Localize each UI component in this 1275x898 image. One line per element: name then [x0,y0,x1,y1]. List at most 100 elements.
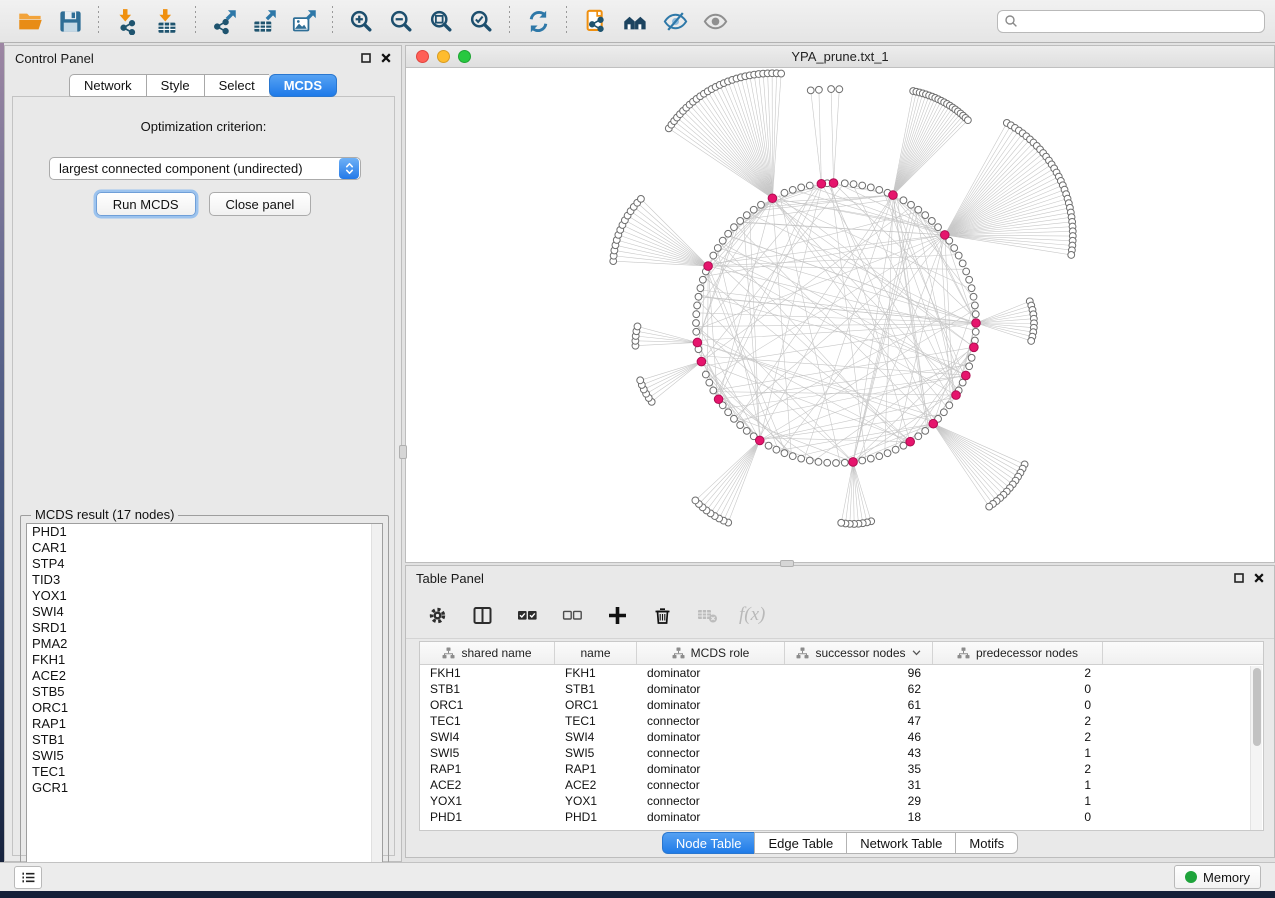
graph-node[interactable] [876,453,883,460]
show-network-overview-button[interactable] [615,4,655,38]
graph-node[interactable] [693,311,700,318]
graph-node[interactable] [815,458,822,465]
zoom-selected-button[interactable] [461,4,501,38]
graph-node[interactable] [966,363,973,370]
graph-node[interactable] [706,379,713,386]
graph-node[interactable] [731,415,738,422]
graph-hub-node[interactable] [755,436,764,445]
graph-node[interactable] [915,206,922,213]
mcds-result-item[interactable]: PHD1 [27,524,382,540]
graph-node[interactable] [915,433,922,440]
graph-node[interactable] [959,379,966,386]
column-header-name[interactable]: name [555,642,637,664]
mcds-result-item[interactable]: STP4 [27,556,382,572]
graph-hub-node[interactable] [972,319,981,328]
column-header-predecessor-nodes[interactable]: predecessor nodes [933,642,1103,664]
graph-hub-node[interactable] [817,179,826,188]
mcds-result-item[interactable]: TEC1 [27,764,382,780]
graph-hub-node[interactable] [962,371,971,380]
graph-node[interactable] [867,184,874,191]
node-table[interactable]: shared namenameMCDS rolesuccessor nodesp… [419,641,1264,831]
graph-hub-node[interactable] [970,343,979,352]
mcds-result-item[interactable]: CAR1 [27,540,382,556]
graph-node[interactable] [806,457,813,464]
graph-node[interactable] [798,455,805,462]
graph-node[interactable] [773,446,780,453]
graph-leaf-node[interactable] [638,195,645,202]
graph-node[interactable] [725,409,732,416]
toggle-panel-columns-button[interactable] [469,602,495,628]
graph-node[interactable] [695,293,702,300]
graph-node[interactable] [867,455,874,462]
run-mcds-button[interactable]: Run MCDS [96,192,196,216]
graph-node[interactable] [737,422,744,429]
scrollbar-thumb[interactable] [1253,668,1261,746]
table-row[interactable]: STB1STB1dominator620 [420,681,1263,697]
mcds-result-item[interactable]: ORC1 [27,700,382,716]
column-header-MCDS-role[interactable]: MCDS role [637,642,785,664]
graph-hub-node[interactable] [906,437,915,446]
graph-node[interactable] [789,186,796,193]
graph-node[interactable] [900,197,907,204]
graph-node[interactable] [806,182,813,189]
save-session-button[interactable] [50,4,90,38]
graph-node[interactable] [884,450,891,457]
column-settings-gear-button[interactable] [424,602,450,628]
table-row[interactable]: ORC1ORC1dominator610 [420,697,1263,713]
graph-node[interactable] [970,293,977,300]
new-network-from-selection-button[interactable] [575,4,615,38]
graph-node[interactable] [959,260,966,267]
vertical-splitter-grip[interactable] [399,445,407,459]
mcds-result-item[interactable]: SWI4 [27,604,382,620]
tab-node-table[interactable]: Node Table [662,832,755,854]
tab-mcds[interactable]: MCDS [269,74,337,97]
zoom-out-button[interactable] [381,4,421,38]
graph-hub-node[interactable] [849,458,858,467]
graph-node[interactable] [719,237,726,244]
table-row[interactable]: SWI5SWI5connector431 [420,745,1263,761]
mcds-result-item[interactable]: ACE2 [27,668,382,684]
table-row[interactable]: TEC1TEC1connector472 [420,713,1263,729]
table-row[interactable]: YOX1YOX1connector291 [420,793,1263,809]
graph-node[interactable] [798,184,805,191]
import-network-button[interactable] [107,4,147,38]
graph-leaf-node[interactable] [634,323,641,330]
graph-node[interactable] [859,182,866,189]
export-table-button[interactable] [244,4,284,38]
graph-node[interactable] [951,245,958,252]
mcds-result-item[interactable]: PMA2 [27,636,382,652]
graph-node[interactable] [737,218,744,225]
table-vertical-scrollbar[interactable] [1250,666,1262,831]
graph-node[interactable] [946,402,953,409]
search-input[interactable] [1018,14,1258,28]
graph-node[interactable] [697,285,704,292]
graph-hub-node[interactable] [693,338,702,347]
graph-node[interactable] [935,224,942,231]
graph-node[interactable] [971,302,978,309]
graph-hub-node[interactable] [768,194,777,203]
mcds-result-item[interactable]: SWI5 [27,748,382,764]
optimization-criterion-select[interactable]: largest connected component (undirected) [49,157,361,180]
zoom-in-button[interactable] [341,4,381,38]
mcds-list-scrollbar[interactable] [371,524,382,876]
network-window-titlebar[interactable]: YPA_prune.txt_1 [406,46,1274,68]
graph-node[interactable] [972,311,979,318]
graph-hub-node[interactable] [704,262,713,271]
import-table-button[interactable] [147,4,187,38]
column-header-shared-name[interactable]: shared name [420,642,555,664]
graph-node[interactable] [714,245,721,252]
table-row[interactable]: FKH1FKH1dominator962 [420,665,1263,681]
tab-style[interactable]: Style [146,74,204,97]
graph-leaf-node[interactable] [1068,252,1075,259]
memory-button[interactable]: Memory [1174,865,1261,889]
tab-network-table[interactable]: Network Table [846,832,955,854]
graph-node[interactable] [725,230,732,237]
graph-node[interactable] [940,409,947,416]
float-panel-icon[interactable] [361,53,371,63]
apply-layout-button[interactable] [518,4,558,38]
graph-node[interactable] [731,224,738,231]
graph-node[interactable] [699,276,706,283]
graph-hub-node[interactable] [697,357,706,366]
graph-node[interactable] [922,212,929,219]
graph-leaf-node[interactable] [816,86,823,93]
